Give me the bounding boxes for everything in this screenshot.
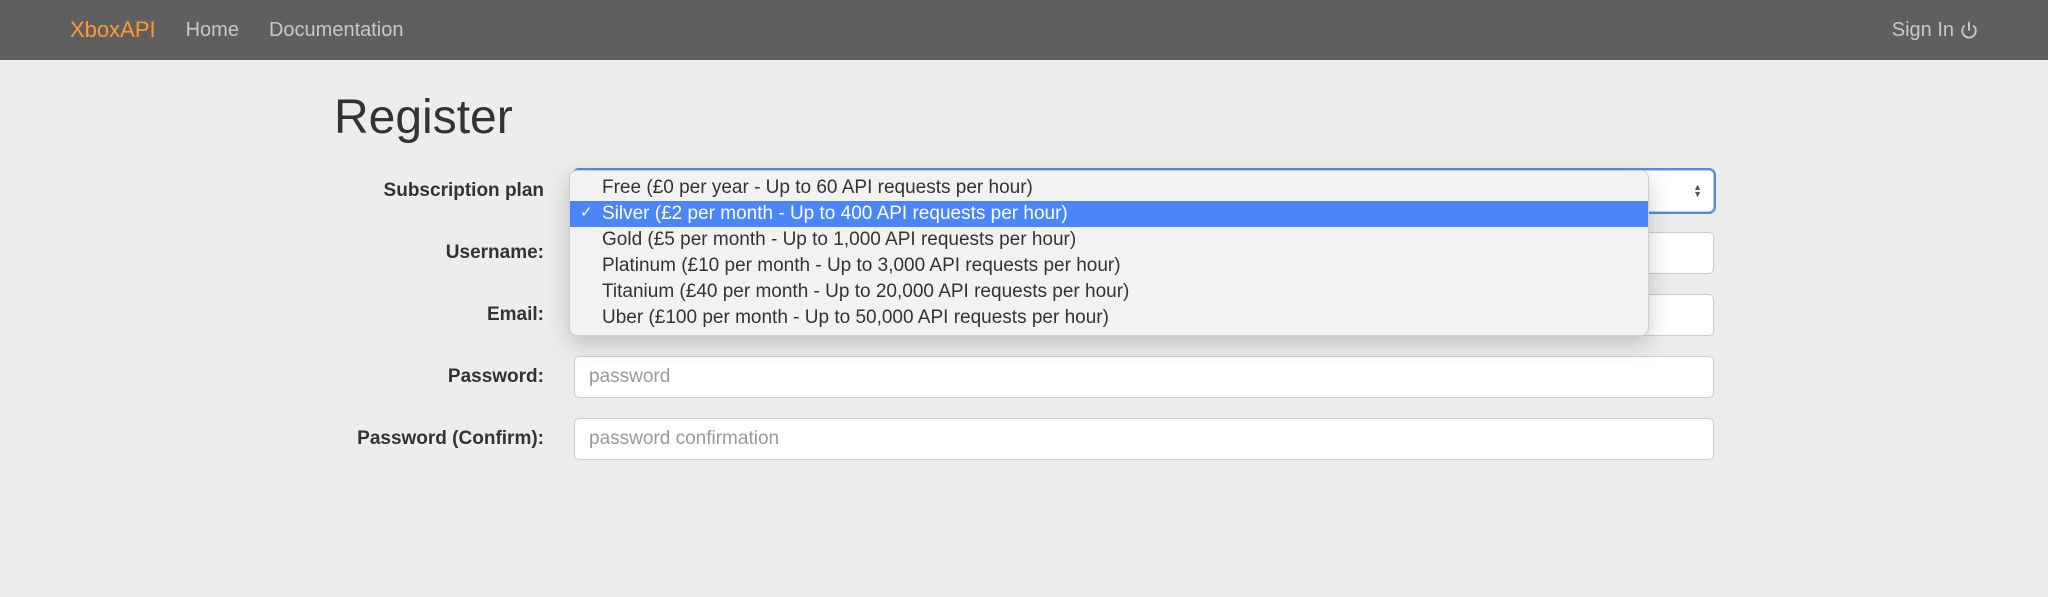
plan-option-gold[interactable]: Gold (£5 per month - Up to 1,000 API req… <box>570 227 1648 253</box>
plan-option-free[interactable]: Free (£0 per year - Up to 60 API request… <box>570 175 1648 201</box>
plan-option-uber[interactable]: Uber (£100 per month - Up to 50,000 API … <box>570 305 1648 331</box>
label-subscription-plan: Subscription plan <box>334 180 574 202</box>
brand-logo[interactable]: XboxAPI <box>70 17 156 43</box>
subscription-plan-dropdown: Free (£0 per year - Up to 60 API request… <box>569 170 1649 336</box>
label-password-confirm: Password (Confirm): <box>334 428 574 450</box>
password-confirm-input[interactable] <box>574 418 1714 460</box>
plan-option-platinum[interactable]: Platinum (£10 per month - Up to 3,000 AP… <box>570 253 1648 279</box>
label-username: Username: <box>334 242 574 264</box>
navbar: XboxAPI Home Documentation Sign In <box>0 0 2048 60</box>
row-password: Password: <box>334 356 1714 398</box>
row-subscription-plan: Subscription plan ▲▼ Free (£0 per year -… <box>334 170 1714 212</box>
nav-documentation[interactable]: Documentation <box>269 19 404 42</box>
sign-in-label: Sign In <box>1892 19 1954 42</box>
sign-in-link[interactable]: Sign In <box>1892 19 1978 42</box>
main-container: Register Subscription plan ▲▼ Free (£0 p… <box>314 60 1734 510</box>
page-title: Register <box>334 90 1714 145</box>
plan-option-silver[interactable]: Silver (£2 per month - Up to 400 API req… <box>570 201 1648 227</box>
label-email: Email: <box>334 304 574 326</box>
select-wrap: ▲▼ Free (£0 per year - Up to 60 API requ… <box>574 170 1714 212</box>
row-password-confirm: Password (Confirm): <box>334 418 1714 460</box>
nav-home[interactable]: Home <box>186 19 239 42</box>
password-input[interactable] <box>574 356 1714 398</box>
power-icon <box>1960 21 1978 39</box>
label-password: Password: <box>334 366 574 388</box>
plan-option-titanium[interactable]: Titanium (£40 per month - Up to 20,000 A… <box>570 279 1648 305</box>
